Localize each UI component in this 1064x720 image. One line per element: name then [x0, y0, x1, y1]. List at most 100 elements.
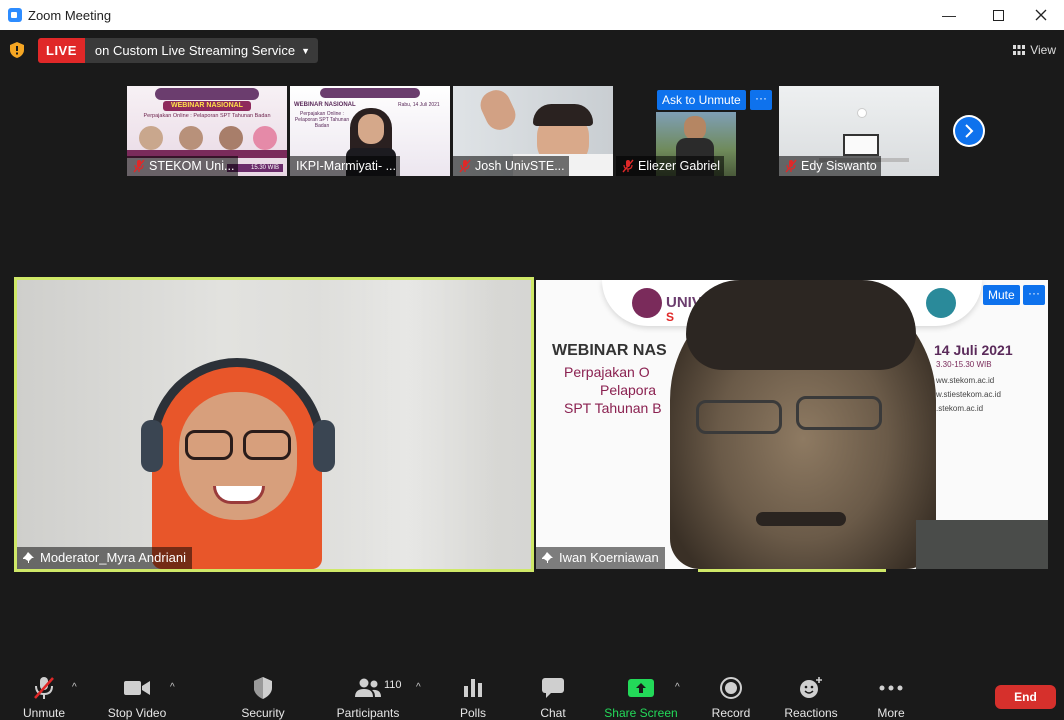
chat-button[interactable]: Chat: [513, 676, 593, 720]
security-button[interactable]: Security: [223, 676, 303, 720]
meeting-top-bar: LIVE on Custom Live Streaming Service ▼ …: [0, 30, 1064, 70]
background-url-1: ww.stekom.ac.id: [936, 376, 995, 385]
pin-icon: [23, 552, 34, 563]
close-icon: [1035, 9, 1047, 21]
mic-off-icon: [34, 677, 54, 699]
mic-off-icon: [459, 159, 471, 173]
security-label: Security: [241, 706, 285, 720]
grid-view-icon: [1013, 45, 1026, 55]
record-button[interactable]: Record: [691, 676, 771, 720]
chat-label: Chat: [540, 706, 566, 720]
participant-name-tag: Josh UnivSTE...: [453, 156, 569, 176]
stop-video-label: Stop Video: [107, 706, 167, 720]
minimize-button[interactable]: —: [926, 0, 972, 30]
live-streaming-button[interactable]: LIVE on Custom Live Streaming Service ▼: [38, 38, 318, 63]
participant-thumbnail-edy[interactable]: Edy Siswanto: [779, 86, 939, 176]
next-page-button[interactable]: [953, 115, 985, 147]
reactions-button[interactable]: Reactions: [771, 676, 851, 720]
participant-thumbnail-eliezer[interactable]: Ask to Unmute ··· Eliezer Gabriel: [616, 86, 776, 176]
chevron-right-icon: [965, 124, 974, 138]
participant-thumbnail-ikpi[interactable]: WEBINAR NASIONAL Perpajakan Online : Pel…: [290, 86, 450, 176]
participant-name-tag: Moderator_Myra Andriani: [17, 547, 192, 569]
participant-name: Eliezer Gabriel: [638, 159, 720, 173]
more-label: More: [877, 706, 905, 720]
participant-name-tag: STEKOM Uni...: [127, 156, 239, 176]
banner-title: WEBINAR NASIONAL: [163, 101, 251, 111]
banner-subtitle: Perpajakan Online : Pelaporan SPT Tahuna…: [143, 113, 271, 119]
zoom-app-icon: [8, 8, 22, 22]
mic-off-icon: [133, 159, 145, 173]
more-options-button[interactable]: ···: [750, 90, 772, 110]
polls-icon: [464, 679, 482, 697]
title-bar: Zoom Meeting —: [0, 0, 1064, 30]
background-date: 14 Juli 2021: [934, 342, 1013, 358]
participant-name: Edy Siswanto: [801, 159, 877, 173]
record-icon: [720, 677, 742, 699]
stop-video-button[interactable]: Stop Video: [97, 676, 177, 720]
view-label: View: [1030, 43, 1056, 57]
background-line-2: Pelapora: [600, 382, 657, 398]
close-button[interactable]: [1018, 0, 1064, 30]
maximize-button[interactable]: [975, 0, 1021, 30]
share-screen-icon: [628, 679, 654, 697]
participant-name: IKPI-Marmiyati- ...: [296, 159, 397, 173]
shield-icon[interactable]: [10, 42, 24, 58]
participants-options-caret[interactable]: ^: [416, 682, 421, 693]
share-options-caret[interactable]: ^: [675, 682, 680, 693]
window-title: Zoom Meeting: [28, 7, 112, 23]
mic-off-icon: [785, 159, 797, 173]
end-meeting-button[interactable]: End: [995, 685, 1056, 709]
active-speaker-indicator: [698, 569, 886, 572]
video-camera-icon: [124, 681, 150, 695]
ask-to-unmute-button[interactable]: Ask to Unmute: [657, 90, 746, 110]
participant-name-tag: IKPI-Marmiyati- ...: [290, 156, 401, 176]
mic-off-icon: [622, 159, 634, 173]
video-options-caret[interactable]: ^: [170, 682, 175, 693]
more-button[interactable]: More: [851, 676, 931, 720]
pin-icon: [542, 552, 553, 563]
banner-subtitle: Perpajakan Online : Pelaporan SPT Tahuna…: [294, 111, 350, 129]
smiley-icon: [800, 677, 822, 698]
banner-title: WEBINAR NASIONAL: [294, 102, 356, 108]
participants-label: Participants: [336, 706, 400, 720]
background-url-3: .stekom.ac.id: [936, 404, 984, 413]
background-url-2: w.stiestekom.ac.id: [936, 390, 1001, 399]
background-logo-text-2: S: [666, 310, 675, 324]
participant-name: STEKOM Uni...: [149, 159, 235, 173]
participants-icon: [355, 678, 381, 697]
background-line-3: SPT Tahunan B: [564, 400, 662, 416]
video-tile-moderator[interactable]: Moderator_Myra Andriani: [14, 277, 534, 572]
meeting-toolbar: Unmute ^ Stop Video ^ Security Participa…: [0, 662, 1064, 720]
participant-name-tag: Iwan Koerniawan: [536, 547, 665, 569]
live-stream-label: on Custom Live Streaming Service: [94, 43, 296, 58]
chat-icon: [542, 678, 564, 698]
participant-name: Josh UnivSTE...: [475, 159, 565, 173]
background-line-1: Perpajakan O: [564, 364, 650, 380]
audio-options-caret[interactable]: ^: [72, 682, 77, 693]
participant-name: Iwan Koerniawan: [559, 550, 659, 565]
more-dots-icon: [879, 685, 903, 691]
chevron-down-icon: ▼: [301, 45, 310, 56]
share-screen-button[interactable]: Share Screen: [601, 676, 681, 720]
banner-date: Rabu, 14 Juli 2021: [398, 102, 440, 108]
record-label: Record: [711, 706, 751, 720]
share-screen-label: Share Screen: [604, 706, 678, 720]
polls-button[interactable]: Polls: [433, 676, 513, 720]
participant-name: Moderator_Myra Andriani: [40, 550, 186, 565]
live-badge: LIVE: [38, 38, 85, 63]
participant-name-tag: Eliezer Gabriel: [616, 156, 724, 176]
unmute-label: Unmute: [22, 706, 66, 720]
more-options-button[interactable]: ···: [1023, 285, 1045, 305]
video-tile-iwan[interactable]: UNIV S WEBINAR NAS Perpajakan O Pelapora…: [536, 280, 1048, 569]
background-time: 3.30-15.30 WIB: [936, 360, 992, 369]
participant-thumbnail-josh[interactable]: Josh UnivSTE...: [453, 86, 613, 176]
mute-button[interactable]: Mute: [983, 285, 1020, 305]
maximize-icon: [992, 9, 1004, 21]
view-button[interactable]: View: [1013, 40, 1056, 60]
participant-name-tag: Edy Siswanto: [779, 156, 881, 176]
participant-thumbnail-stekom[interactable]: WEBINAR NASIONAL Perpajakan Online : Pel…: [127, 86, 287, 176]
background-title: WEBINAR NAS: [552, 342, 667, 359]
reactions-label: Reactions: [784, 706, 838, 720]
polls-label: Polls: [459, 706, 486, 720]
participants-count: 110: [384, 679, 402, 691]
